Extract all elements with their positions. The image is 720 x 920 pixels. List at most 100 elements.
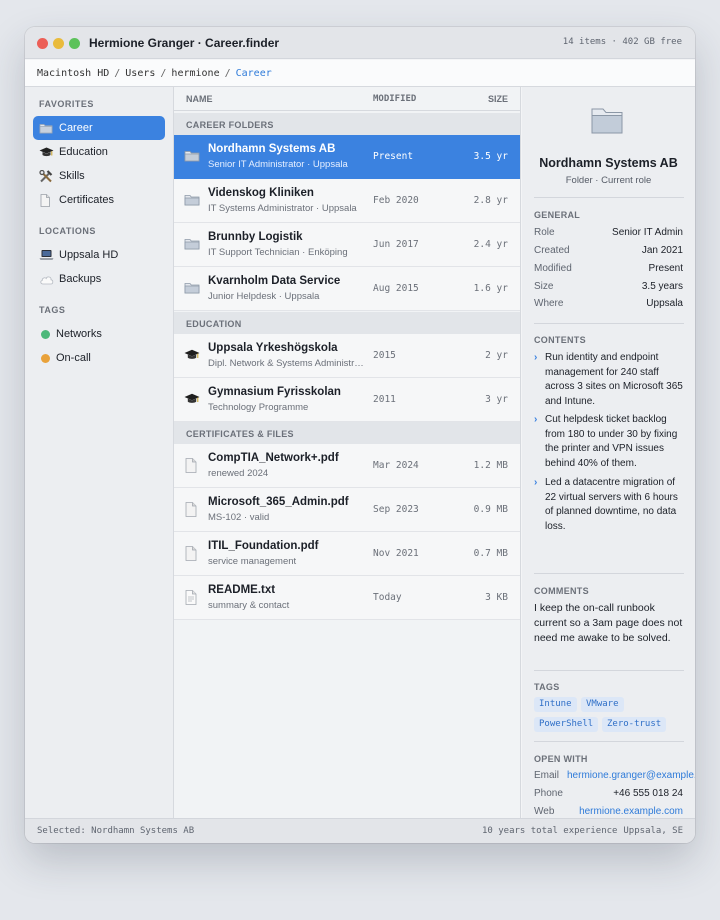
comments-heading: COMMENTS [534,586,589,596]
breadcrumb-separator: / [114,68,121,79]
status-experience: 10 years total experience [482,826,618,836]
graduation-cap-icon [184,348,202,361]
chevron-right-icon: › [534,477,538,488]
info-value: 3.5 years [641,281,683,292]
sidebar-item-skills[interactable]: Skills [33,164,165,188]
tag-chip[interactable]: VMware [581,697,624,712]
table-row[interactable]: ITIL_Foundation.pdf service management N… [174,532,520,576]
section-header: EDUCATION [174,312,520,334]
row-size: 1.2 MB [473,460,508,471]
column-name[interactable]: NAME [186,94,213,104]
contents-text: Cut helpdesk ticket backlog from 180 to … [545,414,678,469]
row-name: Videnskog Kliniken [208,187,314,199]
sidebar-section-favorites: FAVORITES [39,99,94,109]
row-name: CompTIA_Network+.pdf [208,452,339,464]
sidebar-item-backups[interactable]: Backups [33,267,165,291]
sidebar-item-label: Backups [59,273,102,285]
row-modified: Jun 2017 [373,239,419,250]
row-size: 0.9 MB [473,504,508,515]
sidebar-item-certificates[interactable]: Certificates [33,188,165,212]
table-row[interactable]: Nordhamn Systems AB Senior IT Administra… [174,135,520,179]
web-link[interactable]: hermione.example.com [579,806,683,817]
contents-item: › Run identity and endpoint management fo… [534,351,684,409]
info-value: Uppsala [646,298,683,309]
pdf-file-icon [184,502,202,517]
breadcrumb-item[interactable]: Users [125,68,155,79]
info-key: Size [534,281,554,292]
row-subtitle: Junior Helpdesk · Uppsala [208,291,320,302]
table-row[interactable]: Brunnby Logistik IT Support Technician ·… [174,223,520,267]
sidebar-item-education[interactable]: Education [33,140,165,164]
info-value: Senior IT Admin [612,227,683,238]
row-name: Nordhamn Systems AB [208,143,336,155]
general-heading: GENERAL [534,210,581,220]
table-row[interactable]: Kvarnholm Data Service Junior Helpdesk ·… [174,267,520,311]
row-size: 3 KB [485,592,508,603]
table-row[interactable]: Microsoft_365_Admin.pdf MS-102 · valid S… [174,488,520,532]
info-row-modified: Modified Present [534,263,683,279]
row-name: Uppsala Yrkeshögskola [208,342,338,354]
row-subtitle: Dipl. Network & Systems Administration [208,358,366,369]
cloud-icon [39,274,57,285]
sidebar-item-career[interactable]: Career [33,116,165,140]
file-list: NAME MODIFIED SIZE CAREER FOLDERS Nordha… [174,87,521,818]
column-size[interactable]: SIZE [488,94,508,104]
tag-chip[interactable]: Intune [534,697,577,712]
info-row-where: Where Uppsala [534,298,683,314]
row-subtitle: service management [208,556,297,567]
contents-text: Run identity and endpoint management for… [545,352,683,407]
row-size: 3.5 yr [473,151,508,162]
sidebar-item-label: Networks [56,328,102,340]
open-with-key: Phone [534,788,563,799]
info-key: Created [534,245,570,256]
close-button[interactable] [37,38,48,49]
row-size: 3 yr [485,394,508,405]
tag-chip[interactable]: Zero-trust [602,717,667,732]
breadcrumb-item[interactable]: hermione [171,68,219,79]
sidebar-item-label: Education [59,146,108,158]
status-selected: Selected: Nordhamn Systems AB [37,826,195,836]
column-modified[interactable]: MODIFIED [373,94,416,104]
table-row[interactable]: Gymnasium Fyrisskolan Technology Program… [174,378,520,422]
table-row[interactable]: Videnskog Kliniken IT Systems Administra… [174,179,520,223]
row-size: 2 yr [485,350,508,361]
row-subtitle: IT Systems Administrator · Uppsala [208,203,357,214]
sidebar-item-label: Skills [59,170,85,182]
email-link[interactable]: hermione.granger@example.com [567,770,695,781]
sidebar-item-uppsala-hd[interactable]: Uppsala HD [33,243,165,267]
breadcrumb-current[interactable]: Career [236,68,272,79]
tags-heading: TAGS [534,682,560,692]
preview-pane: Nordhamn Systems AB Folder · Current rol… [522,87,695,818]
zoom-button[interactable] [69,38,80,49]
table-row[interactable]: CompTIA_Network+.pdf renewed 2024 Mar 20… [174,444,520,488]
sidebar-tag-networks[interactable]: Networks [33,322,165,346]
row-name: README.txt [208,584,276,596]
title-bar: Hermione Granger · Career.finder 14 item… [25,27,695,59]
sidebar-tag-on-call[interactable]: On-call [33,346,165,370]
tag-color-dot [41,329,50,339]
info-value: Present [648,263,683,274]
row-name: Brunnby Logistik [208,231,303,243]
pdf-file-icon [184,546,202,561]
status-bar: Selected: Nordhamn Systems AB 10 years t… [25,818,695,843]
info-key: Modified [534,263,572,274]
minimize-button[interactable] [53,38,64,49]
table-row[interactable]: Uppsala Yrkeshögskola Dipl. Network & Sy… [174,334,520,378]
table-row[interactable]: README.txt summary & contact Today 3 KB [174,576,520,620]
row-name: Kvarnholm Data Service [208,275,341,287]
info-value: Jan 2021 [641,245,683,256]
tools-icon [39,169,57,183]
row-size: 1.6 yr [473,283,508,294]
row-modified: Feb 2020 [373,195,419,206]
tag-chip[interactable]: PowerShell [534,717,599,732]
section-header: CAREER FOLDERS [174,113,520,135]
folder-icon [590,105,624,135]
chevron-right-icon: › [534,352,538,363]
info-key: Role [534,227,555,238]
row-name: Microsoft_365_Admin.pdf [208,496,349,508]
row-modified: Nov 2021 [373,548,419,559]
contents-item: › Led a datacentre migration of 22 virtua… [534,476,684,534]
pdf-file-icon [184,458,202,473]
breadcrumb-item[interactable]: Macintosh HD [37,68,109,79]
status-location: Uppsala, SE [623,826,683,836]
